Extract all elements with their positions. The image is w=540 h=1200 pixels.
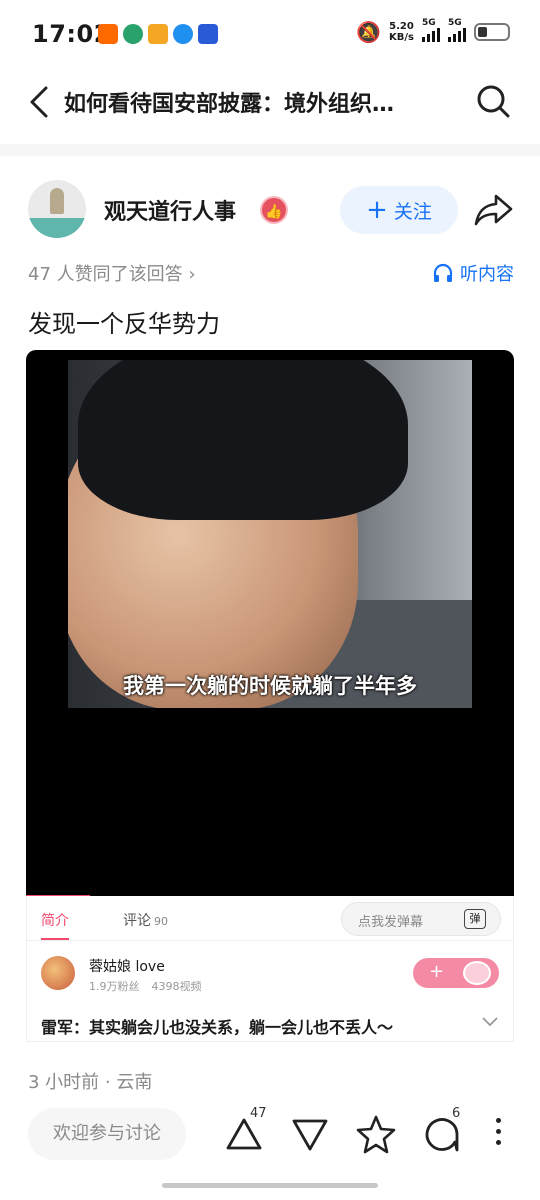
- heart-icon: [463, 961, 491, 985]
- plus-icon: +: [366, 195, 388, 225]
- danmaku-placeholder: 点我发弹幕: [358, 915, 424, 930]
- downvote-icon[interactable]: [288, 1112, 332, 1156]
- share-icon[interactable]: [474, 192, 514, 228]
- author-avatar[interactable]: [28, 180, 86, 238]
- danmaku-icon[interactable]: 弹: [464, 909, 486, 929]
- app-icon: [123, 24, 143, 44]
- uploader-fans: 1.9万粉丝: [89, 980, 140, 993]
- plus-icon: +: [429, 961, 445, 982]
- network-type-label: 5G: [448, 18, 462, 28]
- listen-label: 听内容: [460, 264, 514, 285]
- video-info-panel: 简介 评论 90 点我发弹幕 弹 蓉姑娘 love 1.9万粉丝 4398视频 + …: [26, 896, 514, 1042]
- star-icon[interactable]: [354, 1112, 398, 1156]
- listen-button[interactable]: 听内容: [432, 260, 514, 286]
- danmaku-input[interactable]: 点我发弹幕 弹: [341, 902, 501, 936]
- app-icon: [148, 24, 168, 44]
- battery-icon: [474, 23, 510, 41]
- app-icon: [198, 24, 218, 44]
- question-title[interactable]: 如何看待国安部披露：境外组织…: [64, 86, 454, 118]
- upvote-count: 47: [250, 1106, 267, 1121]
- panel-divider: [27, 940, 513, 941]
- tab-comments-count: 90: [154, 915, 168, 928]
- discussion-input[interactable]: 欢迎参与讨论: [28, 1108, 186, 1160]
- mute-bell-icon: 🔕: [356, 20, 382, 44]
- network-speed: 5.20 KB/s: [389, 21, 414, 43]
- tab-comments-label: 评论: [123, 913, 151, 929]
- likes-summary[interactable]: 47 人赞同了该回答 ›: [28, 260, 196, 286]
- post-meta: 3 小时前 · 云南: [28, 1072, 153, 1093]
- video-player[interactable]: 我第一次躺的时候就躺了半年多: [26, 350, 514, 898]
- notification-app-icons: [98, 24, 218, 44]
- tab-intro[interactable]: 简介: [41, 910, 69, 940]
- uploader-videos: 4398视频: [151, 980, 202, 993]
- video-frame: 我第一次躺的时候就躺了半年多: [68, 360, 472, 708]
- uploader-stats: 1.9万粉丝 4398视频: [89, 978, 202, 994]
- back-arrow-icon[interactable]: [22, 82, 62, 122]
- status-indicators: 🔕 5.20 KB/s 5G 5G: [356, 18, 510, 44]
- home-indicator[interactable]: [162, 1183, 378, 1188]
- chevron-down-icon[interactable]: [481, 1014, 499, 1028]
- uploader-name[interactable]: 蓉姑娘 love: [89, 956, 165, 976]
- search-icon[interactable]: [474, 82, 512, 120]
- speed-value: 5.20: [389, 21, 414, 32]
- follow-label: 关注: [393, 200, 432, 223]
- video-title: 雷军：其实躺会儿也没关系，躺一会儿也不丢人～: [41, 1018, 394, 1037]
- follow-button[interactable]: + 关注: [340, 186, 458, 234]
- network-type-label: 5G: [422, 18, 436, 28]
- signal-icon: 5G: [448, 18, 466, 42]
- speed-unit: KB/s: [389, 32, 414, 43]
- status-bar: 17:02 🔕 5.20 KB/s 5G 5G: [0, 0, 540, 72]
- uploader-avatar[interactable]: [41, 956, 75, 990]
- comment-count: 6: [452, 1106, 461, 1121]
- signal-icon: 5G: [422, 18, 440, 42]
- tab-comments[interactable]: 评论 90: [123, 910, 168, 930]
- answer-text: 发现一个反华势力: [28, 310, 220, 338]
- headphones-icon: [433, 263, 453, 282]
- video-caption: 我第一次躺的时候就躺了半年多: [123, 674, 417, 698]
- taobao-app-icon: [98, 24, 118, 44]
- top-nav: 如何看待国安部披露：境外组织…: [0, 72, 540, 136]
- telegram-app-icon: [173, 24, 193, 44]
- uploader-follow-button[interactable]: +: [413, 958, 499, 988]
- author-badge-icon: 👍: [260, 196, 288, 224]
- author-name[interactable]: 观天道行人事: [104, 194, 236, 226]
- section-divider: [0, 144, 540, 156]
- more-options-icon[interactable]: [486, 1114, 510, 1154]
